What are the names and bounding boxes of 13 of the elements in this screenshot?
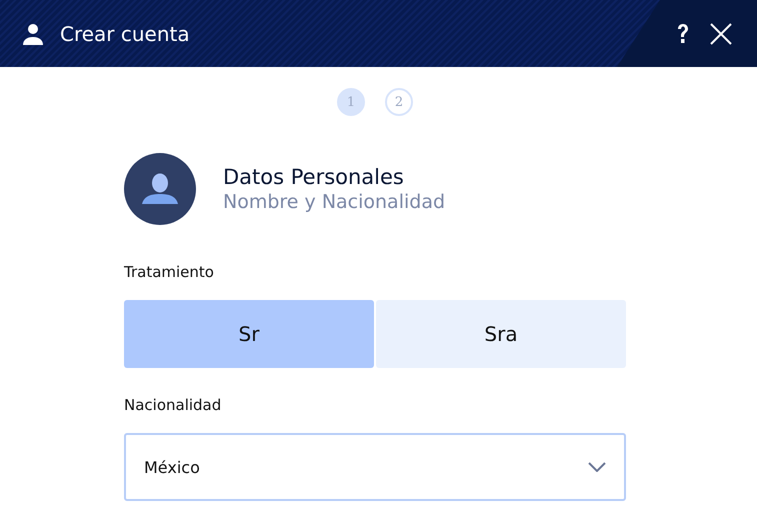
section-title: Datos Personales: [223, 165, 405, 189]
field-label: Nacionalidad: [124, 396, 222, 414]
option-button[interactable]: Sr: [124, 300, 374, 368]
section-subtitle: Nombre y Nacionalidad: [223, 191, 446, 213]
help-icon[interactable]: [676, 22, 690, 44]
option-button[interactable]: Sra: [376, 300, 626, 368]
chevron-down-icon: [588, 462, 606, 472]
user-icon: [21, 22, 45, 46]
close-icon[interactable]: [710, 22, 732, 44]
nationality-dropdown[interactable]: México: [124, 433, 626, 501]
avatar-icon: [124, 153, 196, 225]
window-title: Crear cuenta: [60, 22, 190, 46]
field-label: Tratamiento: [124, 263, 215, 281]
